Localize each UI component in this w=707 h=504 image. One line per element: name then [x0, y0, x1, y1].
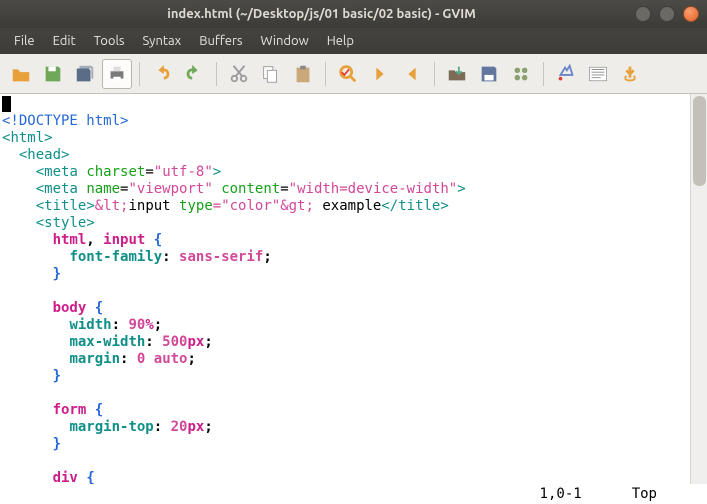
copy-button[interactable]: [256, 59, 286, 89]
save-session-icon: [478, 63, 500, 85]
open-icon: [10, 63, 32, 85]
shell-button[interactable]: [583, 59, 613, 89]
code-line: <!DOCTYPE html>: [2, 113, 128, 129]
menu-tools[interactable]: Tools: [86, 31, 133, 51]
find-next-icon: [369, 63, 391, 85]
print-icon: [106, 63, 128, 85]
menu-window[interactable]: Window: [253, 31, 317, 51]
copy-icon: [260, 63, 282, 85]
run-script-icon: [510, 63, 532, 85]
load-session-icon: [446, 63, 468, 85]
toolbar-separator: [139, 62, 140, 86]
scroll-indicator: Top: [632, 486, 657, 502]
find-prev-button[interactable]: [397, 59, 427, 89]
open-button[interactable]: [6, 59, 36, 89]
load-session-button[interactable]: [442, 59, 472, 89]
cursor: [2, 96, 11, 112]
menubar: File Edit Tools Syntax Buffers Window He…: [0, 28, 707, 54]
find-replace-button[interactable]: [333, 59, 363, 89]
cut-icon: [228, 63, 250, 85]
find-replace-icon: [337, 63, 359, 85]
maximize-button[interactable]: [659, 6, 675, 22]
redo-button[interactable]: [179, 59, 209, 89]
find-next-button[interactable]: [365, 59, 395, 89]
toolbar-separator: [543, 62, 544, 86]
statusline: 1,0-1 Top: [0, 484, 707, 504]
window-title: index.html (~/Desktop/js/01 basic/02 bas…: [8, 7, 635, 21]
menu-edit[interactable]: Edit: [45, 31, 84, 51]
find-prev-icon: [401, 63, 423, 85]
tags-icon: [619, 63, 641, 85]
save-icon: [42, 63, 64, 85]
minimize-button[interactable]: [635, 6, 651, 22]
close-button[interactable]: [683, 6, 699, 22]
save-all-button[interactable]: [70, 59, 100, 89]
undo-icon: [151, 63, 173, 85]
vertical-scrollbar[interactable]: [690, 94, 707, 484]
tags-button[interactable]: [615, 59, 645, 89]
cursor-position: 1,0-1: [540, 486, 582, 502]
save-button[interactable]: [38, 59, 68, 89]
menu-file[interactable]: File: [6, 31, 43, 51]
toolbar-separator: [325, 62, 326, 86]
toolbar-separator: [434, 62, 435, 86]
menu-buffers[interactable]: Buffers: [191, 31, 250, 51]
menu-syntax[interactable]: Syntax: [135, 31, 190, 51]
redo-icon: [183, 63, 205, 85]
code-editor[interactable]: <!DOCTYPE html> <html> <head> <meta char…: [0, 94, 690, 484]
scrollbar-thumb[interactable]: [693, 96, 706, 186]
window-controls: [635, 6, 699, 22]
shell-icon: [587, 63, 609, 85]
undo-button[interactable]: [147, 59, 177, 89]
menu-help[interactable]: Help: [319, 31, 362, 51]
cut-button[interactable]: [224, 59, 254, 89]
save-all-icon: [74, 63, 96, 85]
save-session-button[interactable]: [474, 59, 504, 89]
toolbar: [0, 54, 707, 94]
toolbar-separator: [216, 62, 217, 86]
make-button[interactable]: [551, 59, 581, 89]
print-button[interactable]: [102, 59, 132, 89]
paste-icon: [292, 63, 314, 85]
paste-button[interactable]: [288, 59, 318, 89]
titlebar: index.html (~/Desktop/js/01 basic/02 bas…: [0, 0, 707, 28]
editor-area: <!DOCTYPE html> <html> <head> <meta char…: [0, 94, 707, 504]
run-script-button[interactable]: [506, 59, 536, 89]
make-icon: [555, 63, 577, 85]
